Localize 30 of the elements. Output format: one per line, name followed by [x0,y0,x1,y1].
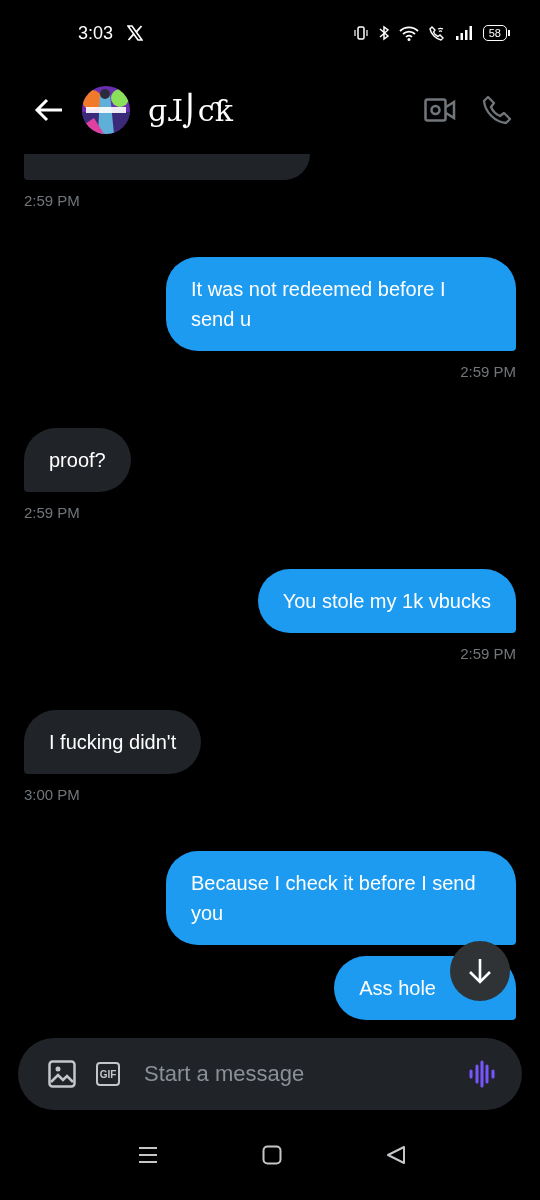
message-time: 2:59 PM [24,192,80,209]
phone-call-button[interactable] [482,95,512,125]
wifi-icon [398,25,419,41]
bluetooth-icon [378,25,389,41]
battery-level: 58 [482,25,507,41]
message-time: 2:59 PM [24,504,80,521]
back-button[interactable] [34,98,64,122]
message-bubble: You stole my 1k vbucks [257,569,516,633]
menu-button[interactable] [138,1146,158,1164]
vibrate-icon [352,25,369,41]
message-bubble: It was not redeemed before I send u [166,257,516,351]
down-arrow-icon [467,957,493,985]
message-time: 2:59 PM [460,645,516,662]
signal-icon [454,25,473,41]
clock-time: 3:03 [78,22,114,44]
message-time: 2:59 PM [460,363,516,380]
message-bubble: Because I check it before I send you [166,851,516,945]
message-time: 3:00 PM [24,786,80,803]
message-field[interactable]: Start a message [144,1061,448,1087]
home-button[interactable] [262,1145,282,1165]
x-logo-icon [127,25,144,41]
image-icon[interactable] [48,1060,76,1088]
voice-message-icon[interactable] [468,1060,496,1088]
wifi-call-icon [428,25,445,41]
gif-button[interactable]: GIF [96,1062,120,1086]
message-bubble: I fucking didn't [24,710,202,774]
back-nav-button[interactable] [386,1145,406,1165]
contact-name[interactable]: ɡɺ⌡ƈƙ [148,92,424,128]
message-bubble: proof? [24,428,131,492]
video-call-button[interactable] [424,95,456,125]
